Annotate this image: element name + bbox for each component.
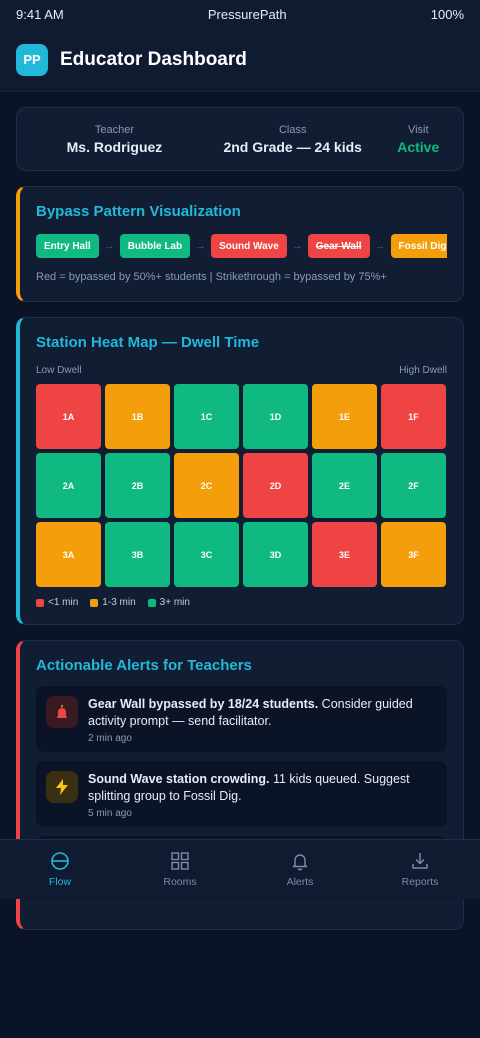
visit-info-card: Teacher Ms. Rodriguez Class 2nd Grade — … [16,107,464,171]
visit-info: Visit Active [390,124,448,155]
flow-icon [51,852,69,870]
heat-cell[interactable]: 3C [174,522,239,587]
arrow-right-icon: → [291,240,303,252]
status-time: 9:41 AM [16,6,64,22]
heat-legend: <1 min 1-3 min 3+ min [36,597,447,608]
alert-body: Sound Wave station crowding. 11 kids que… [88,771,437,819]
legend-item: 1-3 min [90,597,136,608]
bypass-title: Bypass Pattern Visualization [36,203,241,220]
alert-item[interactable]: Gear Wall bypassed by 18/24 students. Co… [36,686,447,752]
siren-icon [46,696,78,728]
teacher-info: Teacher Ms. Rodriguez [33,124,196,155]
heat-cell[interactable]: 1E [312,384,377,449]
arrow-right-icon: → [195,240,207,252]
teacher-value: Ms. Rodriguez [66,138,163,155]
arrow-right-icon: → [374,240,386,252]
station-flow: Entry Hall → Bubble Lab → Sound Wave → G… [36,234,447,258]
heat-cell[interactable]: 1A [36,384,101,449]
high-dwell-label: High Dwell [399,365,447,376]
class-info: Class 2nd Grade — 24 kids [196,124,390,155]
alert-item[interactable]: Sound Wave station crowding. 11 kids que… [36,761,447,827]
alert-message: Gear Wall bypassed by 18/24 students. Co… [88,697,413,728]
heat-cell[interactable]: 2B [105,453,170,518]
tab-alerts[interactable]: Alerts [240,840,360,899]
arrow-right-icon: → [103,240,115,252]
tab-rooms[interactable]: Rooms [120,840,240,899]
legend-item: 3+ min [147,597,190,608]
heat-map-title: Station Heat Map — Dwell Time [36,334,260,351]
class-value: 2nd Grade — 24 kids [223,138,362,155]
page-title: Educator Dashboard [60,48,247,70]
tab-label: Alerts [286,876,314,888]
legend-swatch [36,598,44,607]
tab-label: Rooms [163,876,197,888]
heat-cell[interactable]: 1B [105,384,170,449]
lightning-icon [46,771,78,803]
app-logo: PP [16,43,48,76]
main-content: Teacher Ms. Rodriguez Class 2nd Grade — … [0,92,480,930]
heat-cell[interactable]: 3A [36,522,101,587]
heat-cell[interactable]: 2F [381,453,446,518]
heat-cell[interactable]: 3F [381,522,446,587]
heat-map-grid: 1A 1B 1C 1D 1E 1F 2A 2B 2C 2D 2E 2F 3A 3B 3C 3D 3E 3F [36,384,447,587]
visit-label: Visit [407,123,429,136]
heat-cell[interactable]: 2D [243,453,308,518]
legend-label: <1 min [48,597,79,608]
heat-cell[interactable]: 1F [381,384,446,449]
heat-cell[interactable]: 3D [243,522,308,587]
visit-status: Active [397,138,440,155]
legend-item: <1 min [36,597,78,608]
alert-message: Sound Wave station crowding. 11 kids que… [88,772,410,803]
station-chip[interactable]: Gear Wall [307,234,370,258]
bypass-pattern-card: Bypass Pattern Visualization Entry Hall … [16,186,464,302]
heat-cell[interactable]: 3E [312,522,377,587]
bell-icon [292,854,308,871]
bottom-tab-bar: Flow Rooms Alerts Reports [0,839,480,899]
station-chip[interactable]: Fossil Dig [390,234,447,258]
tab-label: Reports [401,876,439,888]
station-chip[interactable]: Bubble Lab [119,234,191,258]
alerts-title: Actionable Alerts for Teachers [36,657,252,674]
tab-reports[interactable]: Reports [360,840,480,899]
status-app-name: PressurePath [207,6,287,22]
alert-body: Gear Wall bypassed by 18/24 students. Co… [88,696,437,744]
download-icon [412,853,428,869]
grid-icon [171,852,189,870]
alert-time: 5 min ago [88,808,132,819]
status-battery: 100% [430,6,464,22]
heat-cell[interactable]: 1D [243,384,308,449]
class-label: Class [278,123,307,136]
heat-cell[interactable]: 2A [36,453,101,518]
dwell-scale: Low Dwell High Dwell [36,365,447,376]
heat-cell[interactable]: 2C [174,453,239,518]
legend-swatch [90,598,99,607]
heat-cell[interactable]: 1C [174,384,239,449]
legend-label: 3+ min [159,597,190,608]
station-chip[interactable]: Entry Hall [36,234,99,258]
low-dwell-label: Low Dwell [36,365,82,376]
heat-cell[interactable]: 3B [105,522,170,587]
alert-time: 2 min ago [88,733,132,744]
legend-swatch [147,598,156,607]
heat-map-card: Station Heat Map — Dwell Time Low Dwell … [16,317,464,625]
bypass-note: Red = bypassed by 50%+ students | Strike… [36,271,387,283]
teacher-label: Teacher [94,123,135,136]
legend-label: 1-3 min [102,597,136,608]
tab-label: Flow [48,876,72,888]
tab-flow[interactable]: Flow [0,840,120,899]
station-chip[interactable]: Sound Wave [211,234,287,258]
app-header: PP Educator Dashboard [0,28,480,92]
status-bar: 9:41 AM PressurePath 100% [0,0,480,28]
heat-cell[interactable]: 2E [312,453,377,518]
